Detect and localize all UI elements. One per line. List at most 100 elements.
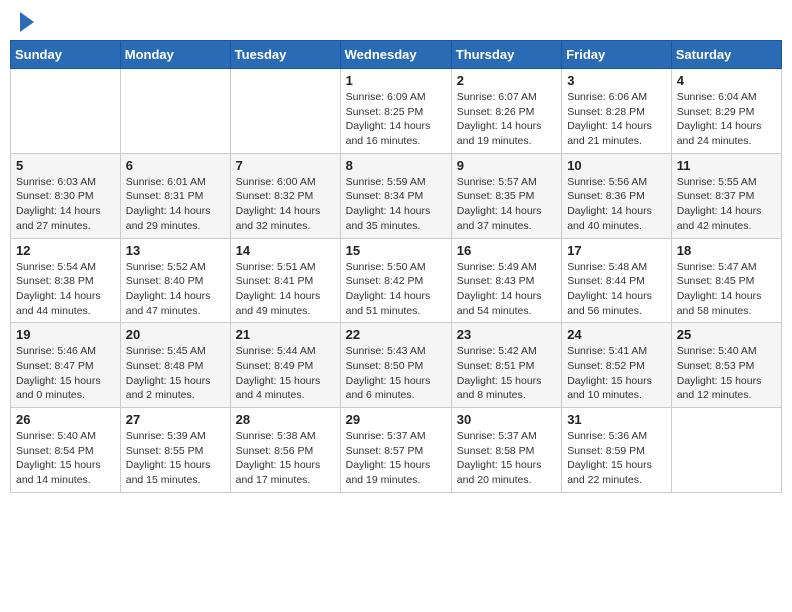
day-number: 14 — [236, 243, 335, 258]
page-header — [10, 10, 782, 32]
day-number: 22 — [346, 327, 446, 342]
day-number: 24 — [567, 327, 666, 342]
day-number: 1 — [346, 73, 446, 88]
day-number: 20 — [126, 327, 225, 342]
calendar-week-row: 19 Sunrise: 5:46 AM Sunset: 8:47 PM Dayli… — [11, 323, 782, 408]
calendar-cell: 22 Sunrise: 5:43 AM Sunset: 8:50 PM Dayli… — [340, 323, 451, 408]
day-number: 9 — [457, 158, 556, 173]
day-info: Sunrise: 5:54 AM Sunset: 8:38 PM Dayligh… — [16, 260, 115, 319]
calendar-cell: 28 Sunrise: 5:38 AM Sunset: 8:56 PM Dayli… — [230, 408, 340, 493]
day-info: Sunrise: 5:44 AM Sunset: 8:49 PM Dayligh… — [236, 344, 335, 403]
calendar-week-row: 26 Sunrise: 5:40 AM Sunset: 8:54 PM Dayli… — [11, 408, 782, 493]
calendar-cell: 26 Sunrise: 5:40 AM Sunset: 8:54 PM Dayli… — [11, 408, 121, 493]
day-number: 19 — [16, 327, 115, 342]
day-info: Sunrise: 5:38 AM Sunset: 8:56 PM Dayligh… — [236, 429, 335, 488]
calendar-day-header: Sunday — [11, 41, 121, 69]
day-info: Sunrise: 5:50 AM Sunset: 8:42 PM Dayligh… — [346, 260, 446, 319]
calendar-cell: 8 Sunrise: 5:59 AM Sunset: 8:34 PM Daylig… — [340, 153, 451, 238]
day-info: Sunrise: 5:57 AM Sunset: 8:35 PM Dayligh… — [457, 175, 556, 234]
calendar-cell: 10 Sunrise: 5:56 AM Sunset: 8:36 PM Dayli… — [562, 153, 672, 238]
day-info: Sunrise: 5:37 AM Sunset: 8:57 PM Dayligh… — [346, 429, 446, 488]
calendar-cell: 24 Sunrise: 5:41 AM Sunset: 8:52 PM Dayli… — [562, 323, 672, 408]
calendar-table: SundayMondayTuesdayWednesdayThursdayFrid… — [10, 40, 782, 493]
day-info: Sunrise: 5:51 AM Sunset: 8:41 PM Dayligh… — [236, 260, 335, 319]
calendar-cell: 12 Sunrise: 5:54 AM Sunset: 8:38 PM Dayli… — [11, 238, 121, 323]
day-number: 10 — [567, 158, 666, 173]
day-number: 4 — [677, 73, 776, 88]
calendar-week-row: 5 Sunrise: 6:03 AM Sunset: 8:30 PM Daylig… — [11, 153, 782, 238]
day-number: 28 — [236, 412, 335, 427]
calendar-cell: 19 Sunrise: 5:46 AM Sunset: 8:47 PM Dayli… — [11, 323, 121, 408]
calendar-day-header: Thursday — [451, 41, 561, 69]
day-number: 30 — [457, 412, 556, 427]
day-info: Sunrise: 5:42 AM Sunset: 8:51 PM Dayligh… — [457, 344, 556, 403]
day-info: Sunrise: 5:41 AM Sunset: 8:52 PM Dayligh… — [567, 344, 666, 403]
day-number: 29 — [346, 412, 446, 427]
calendar-week-row: 1 Sunrise: 6:09 AM Sunset: 8:25 PM Daylig… — [11, 69, 782, 154]
day-info: Sunrise: 5:43 AM Sunset: 8:50 PM Dayligh… — [346, 344, 446, 403]
calendar-cell — [230, 69, 340, 154]
calendar-cell — [11, 69, 121, 154]
day-number: 18 — [677, 243, 776, 258]
day-info: Sunrise: 6:03 AM Sunset: 8:30 PM Dayligh… — [16, 175, 115, 234]
logo — [18, 14, 34, 28]
day-info: Sunrise: 6:07 AM Sunset: 8:26 PM Dayligh… — [457, 90, 556, 149]
day-number: 8 — [346, 158, 446, 173]
calendar-cell: 17Sunrise: 5:48 AM Sunset: 8:44 PM Dayli… — [562, 238, 672, 323]
calendar-cell: 9 Sunrise: 5:57 AM Sunset: 8:35 PM Daylig… — [451, 153, 561, 238]
day-info: Sunrise: 5:47 AM Sunset: 8:45 PM Dayligh… — [677, 260, 776, 319]
calendar-day-header: Wednesday — [340, 41, 451, 69]
day-number: 12 — [16, 243, 115, 258]
calendar-week-row: 12 Sunrise: 5:54 AM Sunset: 8:38 PM Dayli… — [11, 238, 782, 323]
day-number: 21 — [236, 327, 335, 342]
calendar-cell: 5 Sunrise: 6:03 AM Sunset: 8:30 PM Daylig… — [11, 153, 121, 238]
day-info: Sunrise: 5:48 AM Sunset: 8:44 PM Dayligh… — [567, 260, 666, 319]
calendar-cell: 18 Sunrise: 5:47 AM Sunset: 8:45 PM Dayli… — [671, 238, 781, 323]
calendar-cell: 4Sunrise: 6:04 AM Sunset: 8:29 PM Daylig… — [671, 69, 781, 154]
day-info: Sunrise: 5:39 AM Sunset: 8:55 PM Dayligh… — [126, 429, 225, 488]
day-info: Sunrise: 5:46 AM Sunset: 8:47 PM Dayligh… — [16, 344, 115, 403]
calendar-cell: 3 Sunrise: 6:06 AM Sunset: 8:28 PM Daylig… — [562, 69, 672, 154]
day-info: Sunrise: 5:52 AM Sunset: 8:40 PM Dayligh… — [126, 260, 225, 319]
day-number: 13 — [126, 243, 225, 258]
calendar-day-header: Saturday — [671, 41, 781, 69]
day-number: 23 — [457, 327, 556, 342]
day-info: Sunrise: 6:00 AM Sunset: 8:32 PM Dayligh… — [236, 175, 335, 234]
calendar-cell: 21 Sunrise: 5:44 AM Sunset: 8:49 PM Dayli… — [230, 323, 340, 408]
day-info: Sunrise: 5:37 AM Sunset: 8:58 PM Dayligh… — [457, 429, 556, 488]
day-number: 27 — [126, 412, 225, 427]
day-number: 2 — [457, 73, 556, 88]
calendar-day-header: Tuesday — [230, 41, 340, 69]
calendar-cell: 31 Sunrise: 5:36 AM Sunset: 8:59 PM Dayli… — [562, 408, 672, 493]
day-number: 25 — [677, 327, 776, 342]
day-info: Sunrise: 5:49 AM Sunset: 8:43 PM Dayligh… — [457, 260, 556, 319]
logo-arrow-icon — [20, 12, 34, 32]
day-info: Sunrise: 6:06 AM Sunset: 8:28 PM Dayligh… — [567, 90, 666, 149]
calendar-cell: 2 Sunrise: 6:07 AM Sunset: 8:26 PM Daylig… — [451, 69, 561, 154]
day-info: Sunrise: 5:45 AM Sunset: 8:48 PM Dayligh… — [126, 344, 225, 403]
calendar-cell — [120, 69, 230, 154]
day-info: Sunrise: 5:40 AM Sunset: 8:54 PM Dayligh… — [16, 429, 115, 488]
day-number: 5 — [16, 158, 115, 173]
day-info: Sunrise: 6:01 AM Sunset: 8:31 PM Dayligh… — [126, 175, 225, 234]
calendar-cell: 6 Sunrise: 6:01 AM Sunset: 8:31 PM Daylig… — [120, 153, 230, 238]
calendar-cell: 29 Sunrise: 5:37 AM Sunset: 8:57 PM Dayli… — [340, 408, 451, 493]
day-number: 26 — [16, 412, 115, 427]
day-number: 31 — [567, 412, 666, 427]
day-info: Sunrise: 6:09 AM Sunset: 8:25 PM Dayligh… — [346, 90, 446, 149]
day-number: 3 — [567, 73, 666, 88]
day-number: 6 — [126, 158, 225, 173]
calendar-day-header: Monday — [120, 41, 230, 69]
day-info: Sunrise: 5:56 AM Sunset: 8:36 PM Dayligh… — [567, 175, 666, 234]
calendar-day-header: Friday — [562, 41, 672, 69]
day-info: Sunrise: 5:59 AM Sunset: 8:34 PM Dayligh… — [346, 175, 446, 234]
day-info: Sunrise: 5:40 AM Sunset: 8:53 PM Dayligh… — [677, 344, 776, 403]
calendar-cell: 25 Sunrise: 5:40 AM Sunset: 8:53 PM Dayli… — [671, 323, 781, 408]
calendar-cell: 1 Sunrise: 6:09 AM Sunset: 8:25 PM Daylig… — [340, 69, 451, 154]
day-info: Sunrise: 5:36 AM Sunset: 8:59 PM Dayligh… — [567, 429, 666, 488]
calendar-cell: 16Sunrise: 5:49 AM Sunset: 8:43 PM Dayli… — [451, 238, 561, 323]
calendar-cell: 13 Sunrise: 5:52 AM Sunset: 8:40 PM Dayli… — [120, 238, 230, 323]
calendar-cell: 30 Sunrise: 5:37 AM Sunset: 8:58 PM Dayli… — [451, 408, 561, 493]
calendar-cell: 7Sunrise: 6:00 AM Sunset: 8:32 PM Daylig… — [230, 153, 340, 238]
day-number: 15 — [346, 243, 446, 258]
